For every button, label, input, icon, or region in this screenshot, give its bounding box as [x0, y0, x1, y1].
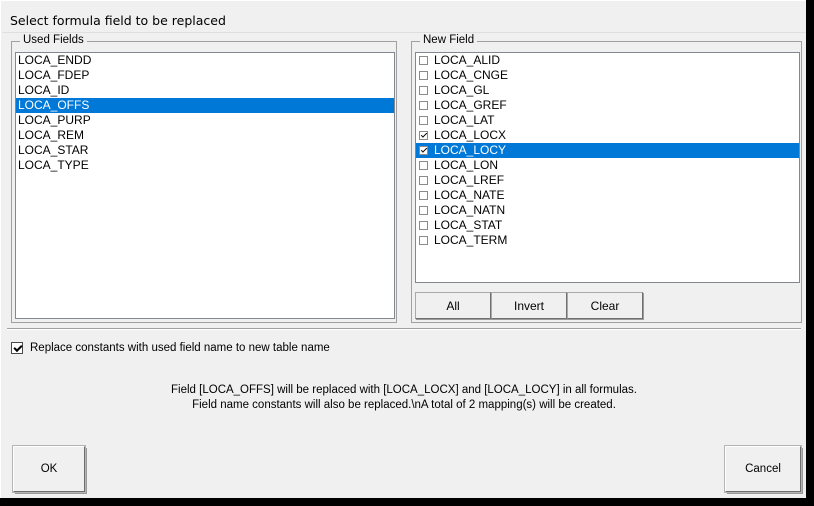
new-field-item[interactable]: LOCA_ALID: [416, 53, 799, 68]
new-field-item[interactable]: LOCA_LAT: [416, 113, 799, 128]
new-field-item-label: LOCA_NATN: [434, 203, 506, 217]
new-field-item[interactable]: LOCA_LON: [416, 158, 799, 173]
checkbox-icon[interactable]: [11, 342, 23, 354]
replace-constants-label: Replace constants with used field name t…: [30, 342, 330, 354]
summary-message: Field [LOCA_OFFS] will be replaced with …: [1, 383, 807, 413]
replace-constants-checkbox[interactable]: Replace constants with used field name t…: [11, 341, 330, 355]
checkbox-icon[interactable]: [419, 191, 428, 200]
checkbox-icon[interactable]: [419, 116, 428, 125]
used-field-item[interactable]: LOCA_FDEP: [16, 68, 394, 83]
checkbox-icon[interactable]: [419, 131, 428, 140]
dialog-window: Select formula field to be replaced Used…: [0, 0, 806, 498]
select-all-button[interactable]: All: [415, 292, 491, 319]
new-field-item[interactable]: LOCA_STAT: [416, 218, 799, 233]
used-field-item[interactable]: LOCA_REM: [16, 128, 394, 143]
used-field-item[interactable]: LOCA_OFFS: [16, 98, 394, 113]
used-field-item[interactable]: LOCA_ENDD: [16, 53, 394, 68]
dialog-title: Select formula field to be replaced: [10, 13, 226, 28]
cancel-button-label: Cancel: [745, 463, 781, 475]
ok-button[interactable]: OK: [12, 445, 86, 493]
checkbox-icon[interactable]: [419, 71, 428, 80]
new-field-item[interactable]: LOCA_LREF: [416, 173, 799, 188]
new-field-group: New Field LOCA_ALID LOCA_CNGE LOCA_GL LOCA_…: [411, 34, 802, 323]
new-field-item[interactable]: LOCA_NATE: [416, 188, 799, 203]
used-fields-group: Used Fields LOCA_ENDD LOCA_FDEP LOCA_ID LOC…: [11, 34, 397, 323]
checkbox-icon[interactable]: [419, 221, 428, 230]
summary-message-line-1: Field [LOCA_OFFS] will be replaced with …: [171, 384, 637, 396]
checkbox-icon[interactable]: [419, 101, 428, 110]
new-field-item-label: LOCA_TERM: [434, 233, 508, 247]
new-field-item[interactable]: LOCA_LOCX: [416, 128, 799, 143]
new-field-item-label: LOCA_CNGE: [434, 68, 509, 82]
used-field-item[interactable]: LOCA_ID: [16, 83, 394, 98]
summary-message-line-2: Field name constants will also be replac…: [192, 399, 616, 411]
used-fields-group-label: Used Fields: [20, 34, 87, 47]
used-fields-listbox[interactable]: LOCA_ENDD LOCA_FDEP LOCA_ID LOCA_OFFS LOCA_P…: [15, 52, 395, 319]
title-divider: [2, 32, 806, 33]
select-all-label: All: [446, 298, 460, 313]
cancel-button[interactable]: Cancel: [724, 445, 802, 493]
new-field-item[interactable]: LOCA_NATN: [416, 203, 799, 218]
new-field-item-label: LOCA_NATE: [434, 188, 505, 202]
new-field-item-label: LOCA_LOCY: [434, 143, 507, 157]
new-field-item[interactable]: LOCA_CNGE: [416, 68, 799, 83]
new-field-item-label: LOCA_GL: [434, 83, 490, 97]
new-field-item[interactable]: LOCA_GREF: [416, 98, 799, 113]
checkbox-icon[interactable]: [419, 161, 428, 170]
new-field-listbox[interactable]: LOCA_ALID LOCA_CNGE LOCA_GL LOCA_GREF LOCA_L…: [415, 52, 800, 283]
section-divider: [7, 328, 801, 330]
new-field-item[interactable]: LOCA_LOCY: [416, 143, 799, 158]
clear-selection-label: Clear: [590, 298, 620, 313]
new-field-group-label: New Field: [420, 34, 478, 47]
used-field-item[interactable]: LOCA_STAR: [16, 143, 394, 158]
new-field-item-label: LOCA_GREF: [434, 98, 507, 112]
checkbox-icon[interactable]: [419, 176, 428, 185]
checkbox-icon[interactable]: [419, 236, 428, 245]
invert-selection-button[interactable]: Invert: [491, 292, 567, 319]
checkbox-icon[interactable]: [419, 206, 428, 215]
new-field-item[interactable]: LOCA_GL: [416, 83, 799, 98]
new-field-item-label: LOCA_LON: [434, 158, 499, 172]
checkbox-icon[interactable]: [419, 146, 428, 155]
clear-selection-button[interactable]: Clear: [567, 292, 643, 319]
new-field-item-label: LOCA_ALID: [434, 53, 501, 67]
invert-selection-label: Invert: [513, 298, 544, 313]
new-field-item-label: LOCA_LREF: [434, 173, 505, 187]
checkbox-icon[interactable]: [419, 86, 428, 95]
new-field-item-label: LOCA_LOCX: [434, 128, 507, 142]
new-field-item-label: LOCA_STAT: [434, 218, 503, 232]
used-field-item[interactable]: LOCA_TYPE: [16, 158, 394, 173]
used-field-item[interactable]: LOCA_PURP: [16, 113, 394, 128]
checkbox-icon[interactable]: [419, 56, 428, 65]
new-field-item[interactable]: LOCA_TERM: [416, 233, 799, 248]
ok-button-label: OK: [40, 463, 58, 475]
new-field-item-label: LOCA_LAT: [434, 113, 495, 127]
